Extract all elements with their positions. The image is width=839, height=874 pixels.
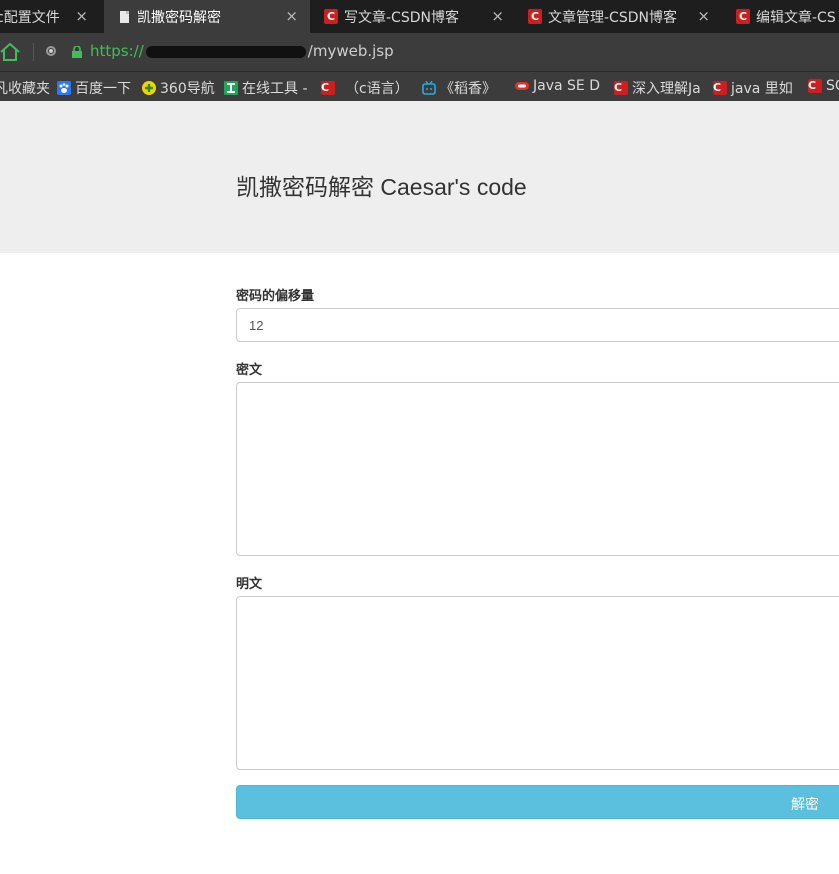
close-icon[interactable]: × <box>491 8 504 24</box>
bookmark-label: Java SE D <box>533 78 600 94</box>
csdn-icon: C <box>324 9 338 24</box>
tab-label: c配置文件 <box>0 9 60 26</box>
bookmarks-bar: 凡收藏夹 百度一下 360导航 在线工具 - C （c语言） 《稻香》 <box>0 71 839 102</box>
tab-article-manage[interactable]: C 文章管理-CSDN博客 × <box>516 0 722 33</box>
360-icon <box>142 81 156 95</box>
offset-input[interactable] <box>236 308 839 342</box>
offset-label: 密码的偏移量 <box>236 289 315 304</box>
csdn-icon: C <box>321 81 335 95</box>
close-icon[interactable]: × <box>285 8 298 24</box>
bookmark-label: java 里如 <box>731 81 793 97</box>
bookmark-baidu[interactable]: 百度一下 <box>57 78 131 98</box>
tab-label: 凯撒密码解密 <box>137 9 221 26</box>
bookmark-label: 在线工具 - <box>242 81 308 97</box>
bookmark-label: 深入理解Ja <box>632 81 701 97</box>
csdn-icon: C <box>713 81 727 95</box>
site-info-icon[interactable] <box>46 46 56 56</box>
bookmark-java-inner[interactable]: C java 里如 <box>713 78 793 98</box>
lock-icon[interactable] <box>72 46 82 58</box>
page-title: 凯撒密码解密 Caesar's code <box>236 174 527 200</box>
url-scheme: https:// <box>90 42 144 60</box>
bilibili-icon <box>422 81 436 95</box>
tab-label: 编辑文章-CS <box>756 9 836 26</box>
bookmark-online-tools[interactable]: 在线工具 - <box>224 78 308 98</box>
csdn-icon: C <box>614 81 628 95</box>
bookmark-label: 凡收藏夹 <box>0 81 50 97</box>
bookmark-360[interactable]: 360导航 <box>142 78 215 98</box>
ciphertext-label: 密文 <box>236 363 263 378</box>
bookmark-favorites[interactable]: 凡收藏夹 <box>0 78 50 98</box>
ciphertext-textarea[interactable] <box>236 382 839 556</box>
tab-strip: c配置文件 × 凯撒密码解密 × C 写文章-CSDN博客 × C 文章管理-C… <box>0 0 839 33</box>
tab-write-article[interactable]: C 写文章-CSDN博客 × <box>310 0 516 33</box>
bookmark-label: SC <box>826 78 839 94</box>
csdn-icon: C <box>736 9 750 24</box>
tab-caesar[interactable]: 凯撒密码解密 × <box>104 0 310 33</box>
bookmark-label: （c语言） <box>345 81 409 97</box>
plaintext-label: 明文 <box>236 577 263 592</box>
tab-config[interactable]: c配置文件 × <box>0 0 100 33</box>
close-icon[interactable]: × <box>75 8 88 24</box>
bookmark-label: 360导航 <box>160 81 215 97</box>
close-icon[interactable]: × <box>697 8 710 24</box>
csdn-icon: C <box>808 79 822 93</box>
plaintext-textarea[interactable] <box>236 596 839 770</box>
bookmark-label: 百度一下 <box>75 81 131 97</box>
bookmark-daoxiang[interactable]: 《稻香》 <box>422 78 496 98</box>
tool-icon <box>224 81 238 95</box>
address-bar: https:// /myweb.jsp <box>0 33 839 71</box>
bookmark-c-language[interactable]: C （c语言） <box>321 78 409 98</box>
document-icon <box>120 10 129 23</box>
toolbar-divider <box>33 43 34 61</box>
oracle-icon <box>515 82 529 90</box>
csdn-icon: C <box>528 9 542 24</box>
tab-edit-article[interactable]: C 编辑文章-CS <box>722 0 839 33</box>
bookmark-sc[interactable]: C SC <box>808 78 839 94</box>
jumbotron-header: 凯撒密码解密 Caesar's code <box>0 101 839 253</box>
bookmark-deep-java[interactable]: C 深入理解Ja <box>614 78 701 98</box>
tab-label: 文章管理-CSDN博客 <box>548 9 677 26</box>
baidu-paw-icon <box>57 81 71 95</box>
url-path: /myweb.jsp <box>307 42 394 60</box>
tab-label: 写文章-CSDN博客 <box>344 9 459 26</box>
decrypt-button[interactable]: 解密 <box>236 785 839 819</box>
redacted-host <box>145 45 306 58</box>
bookmark-java-se[interactable]: Java SE D <box>515 78 600 94</box>
home-icon[interactable] <box>0 43 20 61</box>
bookmark-label: 《稻香》 <box>440 81 496 97</box>
url-field[interactable]: https:// /myweb.jsp <box>90 42 394 60</box>
